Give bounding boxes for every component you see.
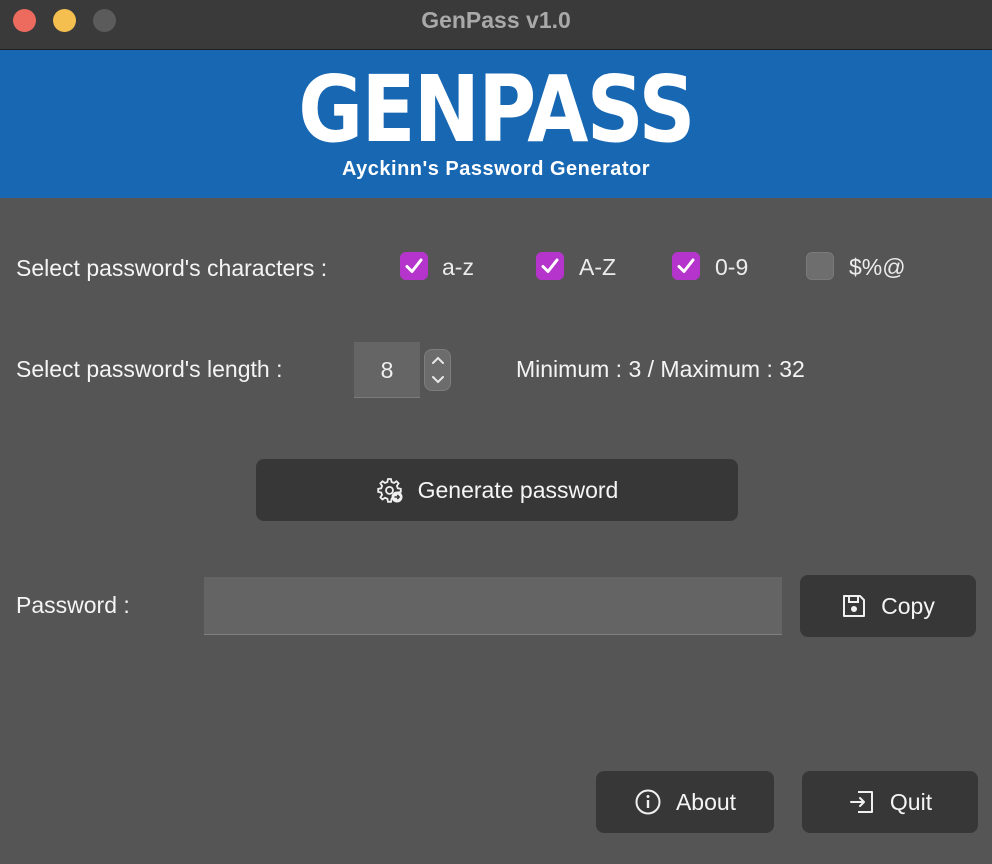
length-spinbox[interactable]: 8 <box>354 342 420 398</box>
about-label: About <box>675 788 737 815</box>
save-icon <box>843 595 866 617</box>
checkbox-digits-label: 0-9 <box>715 254 749 280</box>
chevron-down-icon <box>431 376 444 384</box>
password-output-field[interactable] <box>204 577 782 635</box>
quit-button[interactable]: Quit <box>802 771 978 833</box>
title-bar: GenPass v1.0 <box>0 0 992 50</box>
increment-button[interactable] <box>425 350 450 370</box>
checkbox-symbols[interactable] <box>806 252 834 280</box>
header-banner: GENPASS Ayckinn's Password Generator <box>0 50 992 198</box>
app-logo: GENPASS <box>298 56 695 163</box>
app-subtitle: Ayckinn's Password Generator <box>341 158 651 180</box>
check-icon <box>405 258 423 273</box>
decrement-button[interactable] <box>425 370 450 390</box>
check-icon <box>677 258 695 273</box>
gear-icon <box>376 478 403 503</box>
checkbox-uppercase-label: A-Z <box>579 254 617 280</box>
password-label: Password : <box>16 592 130 618</box>
checkbox-lowercase-label: a-z <box>442 254 474 280</box>
window-title: GenPass v1.0 <box>421 7 571 33</box>
generate-password-button[interactable]: Generate password <box>256 459 738 521</box>
checkbox-digits[interactable] <box>672 252 700 280</box>
chevron-up-icon <box>431 356 444 364</box>
checkbox-lowercase[interactable] <box>400 252 428 280</box>
about-button[interactable]: About <box>596 771 774 833</box>
checkbox-uppercase[interactable] <box>536 252 564 280</box>
copy-button[interactable]: Copy <box>800 575 976 637</box>
length-range-hint: Minimum : 3 / Maximum : 32 <box>516 356 805 382</box>
checkbox-symbols-label: $%@ <box>849 254 906 280</box>
info-icon <box>635 789 661 815</box>
length-stepper[interactable] <box>424 349 451 391</box>
check-icon <box>541 258 559 273</box>
quit-label: Quit <box>889 788 933 815</box>
copy-label: Copy <box>881 592 935 619</box>
characters-label: Select password's characters : <box>16 255 328 281</box>
length-label: Select password's length : <box>16 356 283 382</box>
exit-icon <box>849 791 873 813</box>
generate-password-label: Generate password <box>417 476 619 503</box>
